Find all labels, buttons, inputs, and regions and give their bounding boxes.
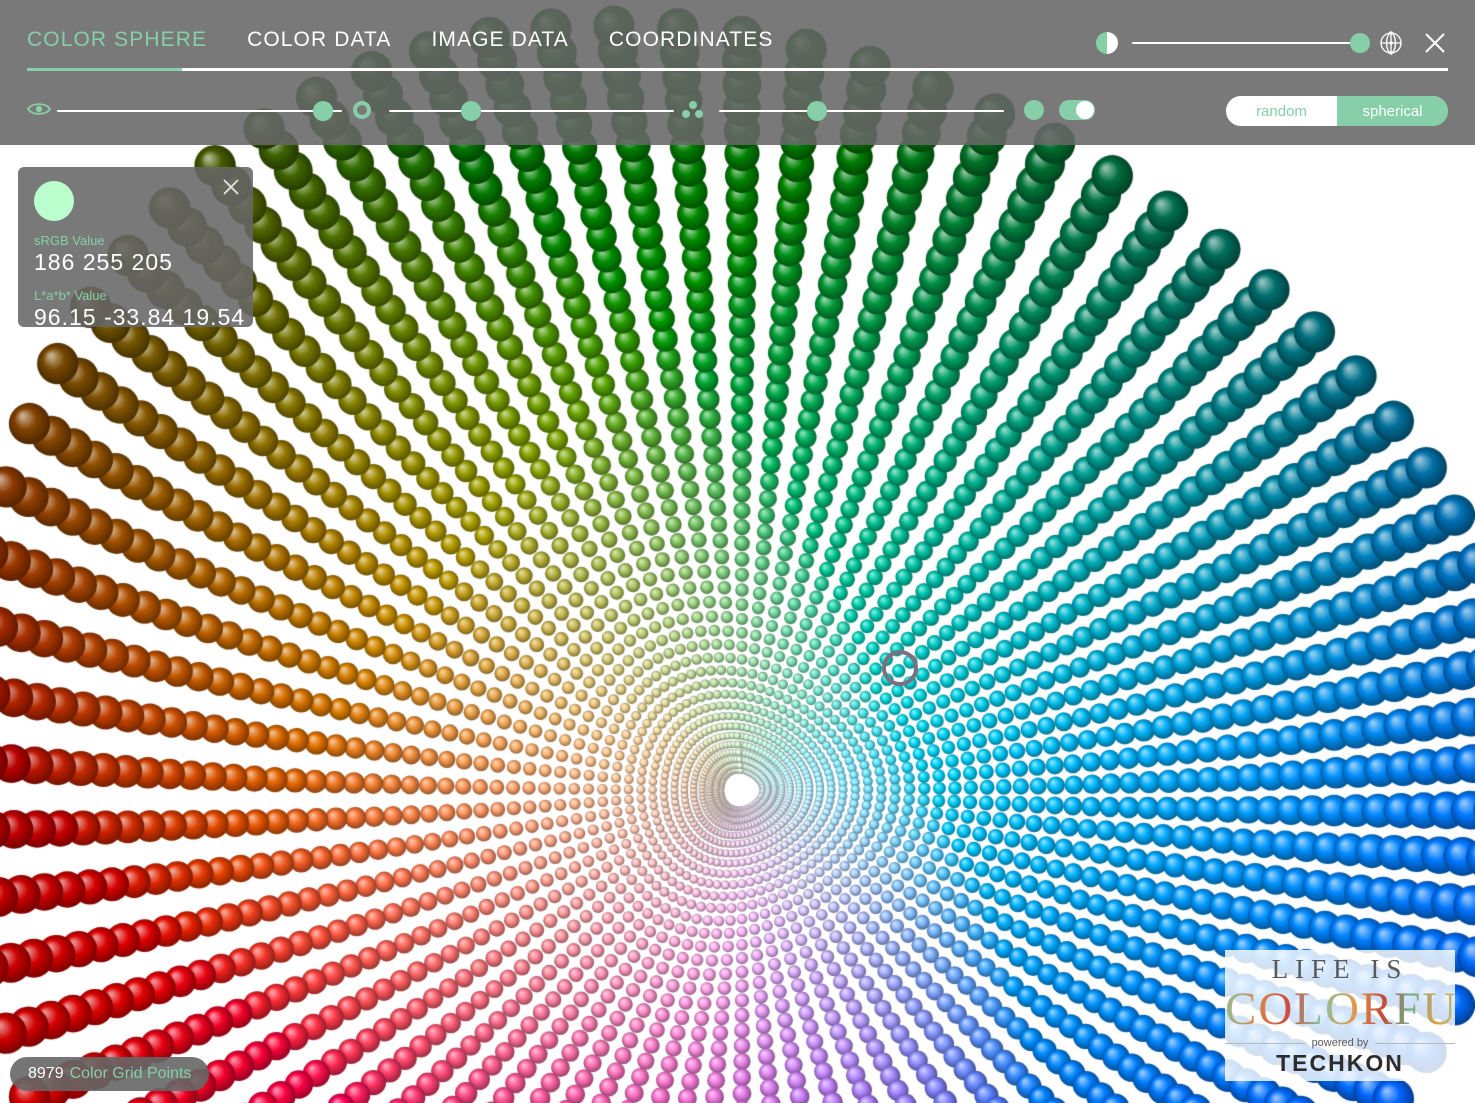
tab-image-data[interactable]: IMAGE DATA bbox=[431, 28, 568, 52]
contrast-slider-knob[interactable] bbox=[1350, 33, 1370, 53]
srgb-value: 186 255 205 bbox=[34, 249, 173, 275]
techkon-logo: LIFE IS COLORFUL powered by TECHKON bbox=[1225, 949, 1475, 1081]
tab-bar: COLOR SPHERE COLOR DATA IMAGE DATA COORD… bbox=[27, 28, 813, 52]
logo-brand: TECHKON bbox=[1276, 1050, 1404, 1076]
srgb-label: sRGB Value bbox=[34, 233, 105, 248]
contrast-slider[interactable] bbox=[1132, 32, 1370, 54]
contrast-slider-track[interactable] bbox=[1132, 42, 1362, 44]
three-dots-icon[interactable] bbox=[682, 101, 704, 121]
sphere-canvas[interactable] bbox=[0, 0, 1475, 1103]
tab-underline-base bbox=[27, 68, 1448, 71]
grid-toggle[interactable] bbox=[1059, 100, 1095, 120]
segment-spherical[interactable]: spherical bbox=[1337, 96, 1448, 126]
opacity-slider-knob[interactable] bbox=[313, 101, 333, 121]
logo-line-colorful: COLORFUL bbox=[1225, 982, 1475, 1035]
close-icon[interactable] bbox=[1422, 30, 1448, 56]
lab-value: 96.15 -33.84 19.54 bbox=[34, 304, 246, 330]
color-swatch bbox=[34, 181, 74, 221]
logo-powered-by: powered by bbox=[1225, 1037, 1455, 1049]
point-count-badge: 8979 Color Grid Points bbox=[10, 1057, 210, 1091]
lab-label: L*a*b* Value bbox=[34, 288, 107, 303]
contrast-control-row bbox=[1096, 28, 1448, 58]
half-circle-icon[interactable] bbox=[1096, 32, 1118, 54]
tab-color-sphere[interactable]: COLOR SPHERE bbox=[27, 28, 207, 52]
point-count-label: Color Grid Points bbox=[69, 1065, 192, 1082]
grid-toggle-knob bbox=[1076, 101, 1094, 119]
controls-row: random spherical bbox=[27, 94, 1448, 128]
logo-rule-right bbox=[1375, 1042, 1455, 1044]
size-slider-track[interactable] bbox=[389, 110, 674, 112]
opacity-slider[interactable] bbox=[57, 100, 342, 122]
logo-powered-text: powered by bbox=[1311, 1037, 1369, 1049]
opacity-slider-track[interactable] bbox=[57, 110, 342, 112]
top-bar: COLOR SPHERE COLOR DATA IMAGE DATA COORD… bbox=[0, 0, 1475, 145]
eye-icon[interactable] bbox=[27, 100, 51, 118]
density-slider-track[interactable] bbox=[719, 110, 1004, 112]
color-info-panel: sRGB Value 186 255 205 L*a*b* Value 96.1… bbox=[18, 167, 253, 330]
density-slider[interactable] bbox=[719, 100, 1004, 122]
globe-icon[interactable] bbox=[1378, 30, 1404, 56]
ring-icon[interactable] bbox=[353, 101, 371, 119]
size-slider[interactable] bbox=[389, 100, 674, 122]
segment-random[interactable]: random bbox=[1226, 96, 1337, 126]
density-slider-knob[interactable] bbox=[807, 101, 827, 121]
tab-underline bbox=[27, 68, 1448, 71]
tab-underline-active bbox=[27, 68, 182, 71]
logo-rule-left bbox=[1225, 1042, 1305, 1044]
color-sphere-visualization[interactable] bbox=[0, 0, 1475, 1103]
tab-color-data[interactable]: COLOR DATA bbox=[247, 28, 391, 52]
distribution-segmented-control[interactable]: random spherical bbox=[1226, 96, 1448, 126]
logo-line-life-is: LIFE IS bbox=[1271, 953, 1409, 984]
info-panel-close-icon[interactable] bbox=[221, 177, 241, 197]
size-slider-knob[interactable] bbox=[461, 101, 481, 121]
tab-coordinates[interactable]: COORDINATES bbox=[609, 28, 774, 52]
dot-icon[interactable] bbox=[1024, 100, 1044, 120]
point-count-value: 8979 bbox=[28, 1065, 64, 1082]
